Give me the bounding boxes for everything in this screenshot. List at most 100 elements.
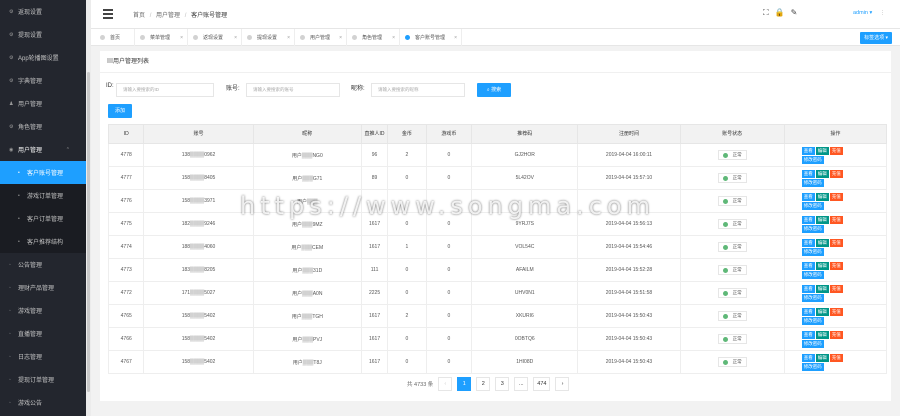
change-password-button[interactable]: 修改密码 (801, 294, 824, 302)
charge-button[interactable]: 充值 (829, 239, 843, 247)
charge-button[interactable]: 充值 (829, 262, 843, 270)
tab-item[interactable]: 用户管理 × (295, 29, 347, 46)
edit-button[interactable]: 编辑 (815, 193, 829, 201)
change-password-button[interactable]: 修改密码 (801, 340, 824, 348)
prev-page-button[interactable]: ‹ (438, 377, 453, 391)
view-button[interactable]: 查看 (801, 308, 815, 316)
sidebar-group[interactable]: ◦ 游戏公告 (0, 391, 86, 414)
cell-time: 2019-04-04 16:00:11 (577, 143, 681, 167)
fullscreen-icon[interactable]: ⛶ (763, 8, 769, 17)
breadcrumb-home[interactable]: 首页 (133, 13, 145, 19)
view-button[interactable]: 查看 (801, 285, 815, 293)
close-icon[interactable]: × (287, 35, 290, 41)
change-password-button[interactable]: 修改密码 (801, 156, 824, 164)
cell-code: XKURI6 (471, 304, 579, 328)
charge-button[interactable]: 充值 (829, 308, 843, 316)
cell-time: 2019-04-04 15:50:43 (577, 304, 681, 328)
change-password-button[interactable]: 修改密码 (801, 202, 824, 210)
charge-button[interactable]: 充值 (829, 285, 843, 293)
close-icon[interactable]: × (392, 35, 395, 41)
edit-button[interactable]: 编辑 (815, 216, 829, 224)
edit-button[interactable]: 编辑 (815, 147, 829, 155)
sidebar-group[interactable]: ◦ 游戏管理 (0, 299, 86, 322)
sidebar-group[interactable]: ◦ 公告管理 (0, 253, 86, 276)
charge-button[interactable]: 充值 (829, 216, 843, 224)
sidebar-subitem[interactable]: • 客户账号管理 (0, 161, 86, 184)
page-button[interactable]: 1 (457, 377, 472, 391)
sidebar-scrollbar[interactable] (86, 0, 91, 416)
tab-item[interactable]: 客户账号管理 × (400, 29, 462, 46)
account-input[interactable]: 请输入要搜索的账号 (246, 83, 340, 97)
tab-options-button[interactable]: 标签选项 ▾ (860, 32, 892, 44)
sidebar-group[interactable]: ◦ 直播管理 (0, 322, 86, 345)
change-password-button[interactable]: 修改密码 (801, 179, 824, 187)
view-button[interactable]: 查看 (801, 170, 815, 178)
view-button[interactable]: 查看 (801, 216, 815, 224)
view-button[interactable]: 查看 (801, 147, 815, 155)
close-icon[interactable]: × (234, 35, 237, 41)
sidebar-group[interactable]: ◦ 理财产品管理 (0, 276, 86, 299)
sidebar-item[interactable]: ⚙ 字典管理 (0, 69, 86, 92)
edit-button[interactable]: 编辑 (815, 331, 829, 339)
edit-button[interactable]: 编辑 (815, 285, 829, 293)
view-button[interactable]: 查看 (801, 193, 815, 201)
tab-item[interactable]: 菜单管理 × (135, 29, 188, 46)
sidebar-item[interactable]: ⚙ 提现设置 (0, 23, 86, 46)
view-button[interactable]: 查看 (801, 239, 815, 247)
view-button[interactable]: 查看 (801, 354, 815, 362)
charge-button[interactable]: 充值 (829, 193, 843, 201)
view-button[interactable]: 查看 (801, 331, 815, 339)
more-icon[interactable]: ⋮ (880, 10, 885, 16)
edit-button[interactable]: 编辑 (815, 170, 829, 178)
tab-item[interactable]: 返现设置 × (188, 29, 242, 46)
sidebar-subitem[interactable]: • 游戏订单管理 (0, 184, 86, 207)
close-icon[interactable]: × (180, 35, 183, 41)
user-menu[interactable]: admin ▾ (853, 10, 872, 16)
sidebar-subitem[interactable]: • 客户推荐结构 (0, 230, 86, 253)
lock-icon[interactable]: 🔒 (775, 8, 785, 17)
sidebar-subitem[interactable]: • 客户订单管理 (0, 207, 86, 230)
sidebar-item[interactable]: ⚙ 返现设置 (0, 0, 86, 23)
sidebar-item[interactable]: ⚙ App轮播图设置 (0, 46, 86, 69)
change-password-button[interactable]: 修改密码 (801, 225, 824, 233)
breadcrumb-users[interactable]: 用户管理 (156, 13, 180, 19)
charge-button[interactable]: 充值 (829, 170, 843, 178)
sidebar-item[interactable]: ♟ 用户管理 (0, 92, 86, 115)
view-button[interactable]: 查看 (801, 262, 815, 270)
sidebar-group-users[interactable]: ◉ 用户管理 ⌃ (0, 138, 86, 161)
nickname-input[interactable]: 请输入要搜索的昵称 (371, 83, 465, 97)
change-password-button[interactable]: 修改密码 (801, 271, 824, 279)
charge-button[interactable]: 充值 (829, 147, 843, 155)
cell-game: 0 (425, 304, 473, 328)
charge-button[interactable]: 充值 (829, 331, 843, 339)
edit-button[interactable]: 编辑 (815, 354, 829, 362)
edit-button[interactable]: 编辑 (815, 262, 829, 270)
status-badge: 正常 (717, 288, 747, 298)
charge-button[interactable]: 充值 (829, 354, 843, 362)
close-icon[interactable]: × (339, 35, 342, 41)
tab-item[interactable]: 提现设置 × (242, 29, 295, 46)
theme-icon[interactable]: ✎ (791, 8, 798, 17)
tab-item[interactable]: 首页 (95, 29, 135, 46)
menu-icon: ◦ (9, 376, 11, 383)
scrollbar-thumb[interactable] (87, 72, 90, 392)
edit-button[interactable]: 编辑 (815, 308, 829, 316)
sidebar-group[interactable]: ◦ 提现订单管理 (0, 368, 86, 391)
page-button[interactable]: 3 (495, 377, 510, 391)
change-password-button[interactable]: 修改密码 (801, 248, 824, 256)
id-input[interactable]: 请输入要搜索的ID (116, 83, 214, 97)
search-button[interactable]: ⌕ 搜索 (477, 83, 511, 97)
add-button[interactable]: 添加 (108, 104, 132, 118)
change-password-button[interactable]: 修改密码 (801, 363, 824, 371)
sidebar-item[interactable]: ⚙ 角色管理 (0, 115, 86, 138)
edit-button[interactable]: 编辑 (815, 239, 829, 247)
sidebar-group[interactable]: ◦ 日志管理 (0, 345, 86, 368)
status-badge: 正常 (717, 150, 747, 160)
tab-item[interactable]: 角色管理 × (347, 29, 400, 46)
menu-toggle-icon[interactable] (103, 9, 113, 21)
last-page-button[interactable]: 474 (533, 377, 551, 391)
next-page-button[interactable]: › (555, 377, 570, 391)
page-button[interactable]: 2 (476, 377, 491, 391)
change-password-button[interactable]: 修改密码 (801, 317, 824, 325)
close-icon[interactable]: × (454, 35, 457, 41)
